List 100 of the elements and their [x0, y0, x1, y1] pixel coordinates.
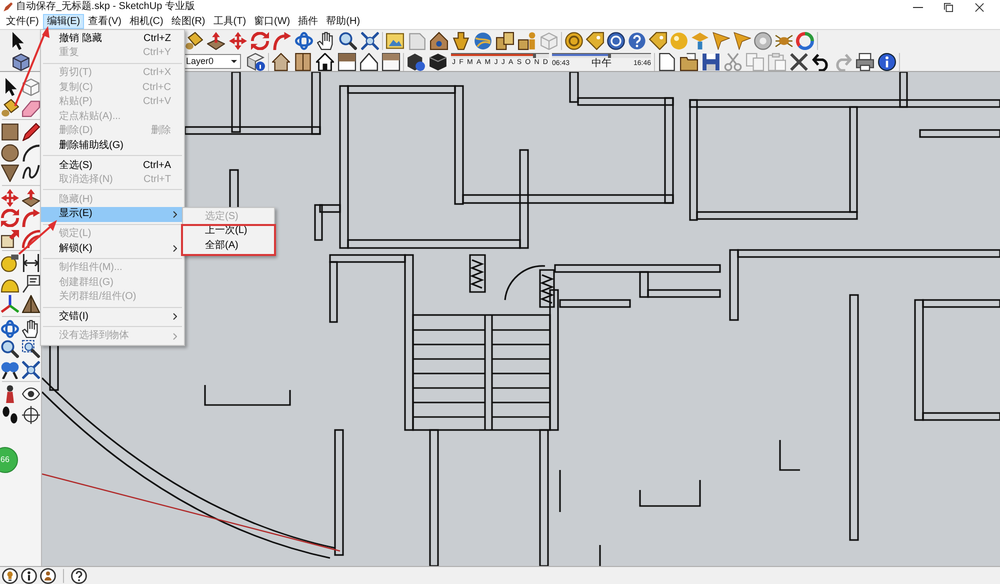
menu-bar-item[interactable]: 相机(C): [125, 14, 168, 29]
door-icon[interactable]: [294, 52, 312, 70]
box-arrow-icon[interactable]: [207, 32, 225, 50]
curved-arrow-icon[interactable]: [273, 32, 291, 50]
disc-icon[interactable]: [565, 32, 583, 50]
menu-bar-item[interactable]: 帮助(H): [322, 14, 364, 29]
paint-bucket-icon[interactable]: [185, 32, 203, 50]
twin-magnifiers-icon[interactable]: [1, 360, 19, 378]
axes-icon[interactable]: [1, 295, 19, 313]
dimension-icon[interactable]: [22, 254, 40, 272]
menu-item[interactable]: 撤销 隐藏 Ctrl+Z: [41, 32, 184, 46]
rectangle-icon[interactable]: [1, 123, 19, 141]
pencil-icon[interactable]: [22, 123, 40, 141]
info-icon[interactable]: [878, 52, 896, 70]
slider-thumb[interactable]: [608, 54, 611, 58]
zoom-extents-icon[interactable]: [22, 360, 40, 378]
help-icon[interactable]: [628, 32, 646, 50]
half-filled-square-icon[interactable]: [382, 52, 400, 70]
box-outline-icon[interactable]: [22, 78, 40, 96]
scale-icon[interactable]: [1, 230, 19, 248]
zigzag-panel: [469, 254, 486, 293]
menu-bar-item[interactable]: 查看(V): [84, 14, 126, 29]
bulb-circle-icon[interactable]: [2, 568, 18, 584]
layer-dropdown[interactable]: Layer0: [183, 54, 241, 69]
magnifier-icon[interactable]: [1, 340, 19, 358]
down-arrow-icon[interactable]: [452, 32, 470, 50]
zoom-window-icon[interactable]: [22, 340, 40, 358]
tag-icon[interactable]: [586, 32, 604, 50]
hand-icon[interactable]: [317, 32, 335, 50]
half-filled-square-icon[interactable]: [338, 52, 356, 70]
sphere-icon[interactable]: [754, 32, 772, 50]
circular-arrows-icon[interactable]: [1, 209, 19, 227]
arc-icon[interactable]: [22, 144, 40, 162]
open-folder-icon[interactable]: [680, 52, 698, 70]
four-arrows-icon[interactable]: [229, 32, 247, 50]
lamp-icon[interactable]: [691, 32, 709, 50]
date-slider[interactable]: [451, 52, 549, 58]
triangle-icon[interactable]: [1, 164, 19, 182]
orbit-icon[interactable]: [1, 320, 19, 338]
menu-bar-item[interactable]: 插件: [294, 14, 322, 29]
boxes-icon[interactable]: [496, 32, 514, 50]
four-arrows-icon[interactable]: [1, 188, 19, 206]
flag-icon[interactable]: [712, 32, 730, 50]
menu-item[interactable]: 全选(S) Ctrl+A: [41, 158, 184, 173]
tag-icon[interactable]: [649, 32, 667, 50]
close-icon[interactable]: [975, 2, 984, 12]
save-icon[interactable]: [702, 52, 720, 70]
menu-item[interactable]: 解锁(K): [41, 241, 184, 256]
globe-icon[interactable]: [474, 32, 492, 50]
cube-icon[interactable]: [12, 52, 30, 70]
circular-arrows-icon[interactable]: [251, 32, 269, 50]
magnifier-icon[interactable]: [339, 32, 357, 50]
delete-icon[interactable]: [790, 52, 808, 70]
crosshair-icon[interactable]: [22, 406, 40, 424]
menu-item[interactable]: 删除辅助线(G): [41, 138, 184, 154]
circle-icon[interactable]: [1, 144, 19, 162]
person-circle-icon[interactable]: [40, 568, 56, 584]
curved-arrow-icon[interactable]: [22, 209, 40, 227]
offset-arcs-icon[interactable]: [22, 230, 40, 248]
footprints-icon[interactable]: [1, 406, 19, 424]
house-icon[interactable]: [272, 52, 290, 70]
ring-icon[interactable]: [796, 32, 814, 50]
tape-measure-icon[interactable]: [1, 254, 19, 272]
menu-item[interactable]: 交错(I): [41, 310, 184, 324]
box-arrow-icon[interactable]: [22, 188, 40, 206]
bug-icon[interactable]: [775, 32, 793, 50]
picture-icon[interactable]: [386, 32, 404, 50]
caret-icon: [231, 60, 237, 63]
box-badge-icon[interactable]: [407, 52, 425, 70]
house-marker-icon[interactable]: [430, 32, 448, 50]
menu-bar-item[interactable]: 文件(F): [2, 14, 43, 29]
slider-thumb[interactable]: [532, 54, 536, 58]
menu-bar-item[interactable]: 绘图(R): [167, 14, 210, 29]
printer-icon[interactable]: [856, 52, 874, 70]
wall-line: [599, 545, 601, 566]
menu-bar-item[interactable]: 编辑(E): [42, 14, 84, 29]
restore-icon[interactable]: [944, 2, 953, 12]
eye-icon[interactable]: [22, 385, 40, 403]
layers-icon[interactable]: [247, 52, 265, 70]
flag-icon[interactable]: [733, 32, 751, 50]
shortcut-label: Ctrl+A: [142, 158, 171, 173]
paint-bucket-icon[interactable]: [1, 98, 19, 116]
pyramid-icon[interactable]: [22, 295, 40, 313]
hand-icon[interactable]: [22, 320, 40, 338]
cube-icon[interactable]: [429, 52, 447, 70]
info-circle-icon[interactable]: [21, 568, 37, 584]
menu-item[interactable]: 显示(E): [41, 207, 184, 222]
orbit-icon[interactable]: [295, 32, 313, 50]
time-slider[interactable]: [552, 52, 651, 58]
eraser-icon[interactable]: [22, 98, 40, 116]
disc-icon[interactable]: [607, 32, 625, 50]
zoom-extents-icon[interactable]: [361, 32, 379, 50]
text-label-icon[interactable]: [22, 274, 40, 292]
undo-icon[interactable]: [812, 52, 830, 70]
house-icon[interactable]: [316, 52, 334, 70]
menu-bar-item[interactable]: 工具(T): [209, 14, 250, 29]
help-icon[interactable]: [71, 568, 87, 584]
menu-bar-item[interactable]: 窗口(W): [250, 14, 294, 29]
person-box-icon[interactable]: [518, 32, 536, 50]
minimize-icon[interactable]: [913, 6, 923, 8]
